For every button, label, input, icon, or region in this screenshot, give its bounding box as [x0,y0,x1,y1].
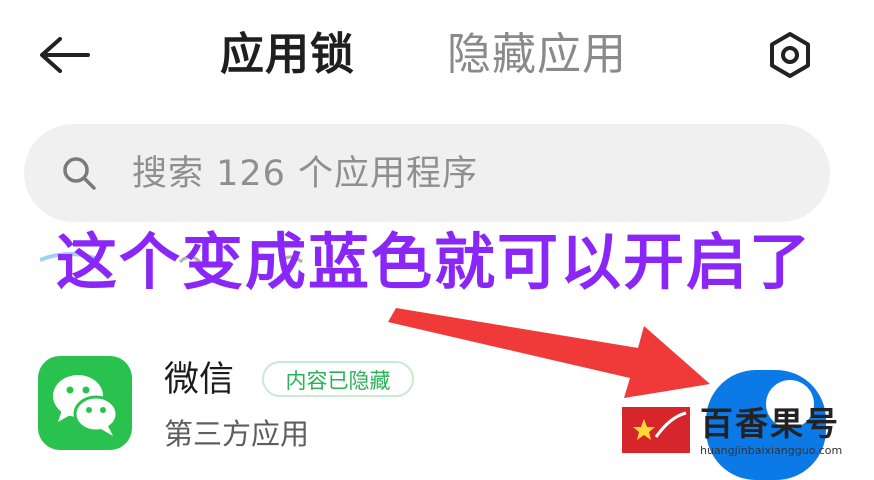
annotation-caption: 这个变成蓝色就可以开启了 [56,227,813,298]
back-arrow-icon [40,37,90,73]
search-icon [60,154,100,194]
status-badge: 内容已隐藏 [262,361,414,397]
wechat-icon[interactable] [38,356,132,450]
tab-app-lock[interactable]: 应用锁 [220,28,355,82]
back-button[interactable] [34,30,94,80]
watermark-url: huangjinbaixiangguo.com [700,444,843,457]
watermark-name: 百香果号 [700,404,840,443]
annotation-arrow-icon [380,300,720,420]
search-input[interactable]: 搜索 126 个应用程序 [132,150,478,198]
settings-button[interactable] [764,29,816,81]
app-subtitle: 第三方应用 [164,417,310,451]
tab-hidden-apps[interactable]: 隐藏应用 [447,28,627,82]
settings-hexagon-icon [770,32,810,78]
watermark-logo [622,407,690,453]
app-name: 微信 [164,360,235,400]
